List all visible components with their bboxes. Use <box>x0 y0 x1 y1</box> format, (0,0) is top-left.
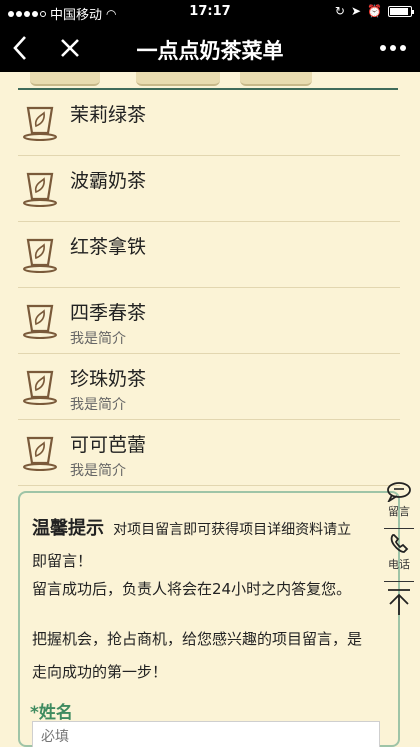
notice-title: 温馨提示 <box>32 518 104 539</box>
menu-item-name: 波霸奶茶 <box>70 170 147 192</box>
menu-item-name: 红茶拿铁 <box>70 236 147 258</box>
menu-item-name: 茉莉绿茶 <box>70 104 147 126</box>
menu-item-desc: 我是简介 <box>70 463 126 479</box>
page-title: 一点点奶茶菜单 <box>136 39 284 63</box>
tea-cup-icon <box>23 172 57 207</box>
notice-subtitle: 对项目留言即可获得项目详细资料请立 <box>113 522 352 538</box>
status-right: ↻ ➤ ⏰ <box>334 4 414 18</box>
notice-panel: 温馨提示 对项目留言即可获得项目详细资料请立 即留言！ 留言成功后，负责人将会在… <box>18 491 400 747</box>
menu-item-name: 可可芭蕾 <box>70 434 147 456</box>
alarm-icon: ⏰ <box>367 4 382 18</box>
tab-stub-3[interactable] <box>240 72 312 86</box>
notice-line-1: 即留言！ <box>32 552 93 570</box>
message-button[interactable]: 留言 <box>378 480 420 526</box>
menu-list: 茉莉绿茶 波霸奶茶 红茶拿铁 四季春茶 我是简介 珍珠奶茶 我是简介 可可芭蕾 … <box>18 90 400 486</box>
notice-heading: 温馨提示 对项目留言即可获得项目详细资料请立 <box>32 514 394 540</box>
tea-cup-icon <box>23 304 57 339</box>
menu-item[interactable]: 红茶拿铁 <box>18 222 400 288</box>
menu-item-desc: 我是简介 <box>70 397 126 413</box>
tea-cup-icon <box>23 238 57 273</box>
menu-item[interactable]: 珍珠奶茶 我是简介 <box>18 354 400 420</box>
name-label: *姓名 <box>30 703 73 723</box>
menu-item-desc: 我是简介 <box>70 331 126 347</box>
message-icon <box>387 482 411 502</box>
menu-item[interactable]: 茉莉绿茶 <box>18 90 400 156</box>
notice-line-3: 把握机会，抢占商机，给您感兴趣的项目留言，是 <box>32 630 363 648</box>
menu-item[interactable]: 波霸奶茶 <box>18 156 400 222</box>
phone-label: 电话 <box>388 558 410 571</box>
location-icon: ➤ <box>350 4 362 18</box>
notice-line-2: 留言成功后，负责人将会在24小时之内答复您。 <box>32 580 352 598</box>
message-label: 留言 <box>388 505 410 518</box>
side-divider <box>384 581 414 582</box>
status-bar: 中国移动 ◠ 17:17 ↻ ➤ ⏰ <box>0 0 420 24</box>
tab-stub-2[interactable] <box>136 72 220 86</box>
tea-cup-icon <box>23 106 57 141</box>
orientation-lock-icon: ↻ <box>334 4 345 18</box>
phone-icon <box>390 534 409 553</box>
scroll-top-button[interactable] <box>378 584 420 622</box>
menu-item-name: 四季春茶 <box>70 302 147 324</box>
name-input[interactable] <box>32 721 380 747</box>
side-divider <box>384 528 414 529</box>
nav-bar: 一点点奶茶菜单 <box>0 24 420 72</box>
arrow-up-icon <box>388 589 410 615</box>
tea-cup-icon <box>23 436 57 471</box>
menu-item[interactable]: 四季春茶 我是简介 <box>18 288 400 354</box>
tea-cup-icon <box>23 370 57 405</box>
phone-button[interactable]: 电话 <box>378 533 420 579</box>
more-dots-icon[interactable] <box>380 45 406 51</box>
menu-item-name: 珍珠奶茶 <box>70 368 147 390</box>
battery-icon <box>388 5 414 17</box>
tab-stub-1[interactable] <box>30 72 100 86</box>
side-toolbar: 留言 电话 <box>378 476 420 615</box>
notice-line-4: 走向成功的第一步！ <box>32 663 168 681</box>
menu-item[interactable]: 可可芭蕾 我是简介 <box>18 420 400 486</box>
